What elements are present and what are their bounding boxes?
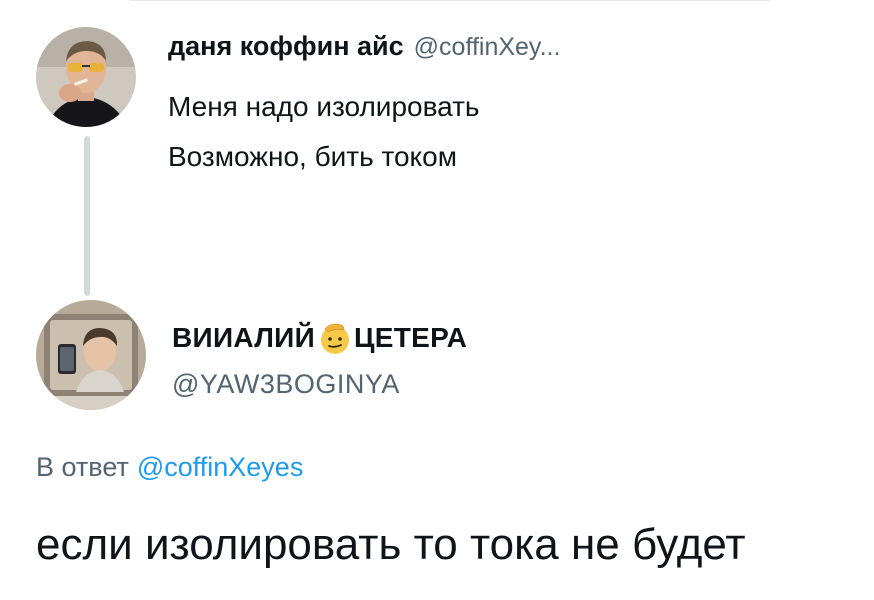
avatar-man-sunglasses-icon <box>36 27 136 127</box>
parent-tweet-header: даня коффин айс @coffinXey... <box>168 28 560 65</box>
reply-display-name-part1: ВИИАЛИЙ <box>172 322 316 353</box>
avatar-parent-user[interactable] <box>36 27 136 127</box>
parent-tweet-line-1: Меня надо изолировать <box>168 91 480 122</box>
avatar-reply-user[interactable] <box>36 300 146 410</box>
reply-handle[interactable]: @YAW3BOGINYA <box>172 366 400 402</box>
thread-line <box>84 136 90 296</box>
reply-to-prefix: В ответ <box>36 452 129 482</box>
parent-display-name[interactable]: даня коффин айс <box>168 31 404 61</box>
top-divider <box>130 0 770 1</box>
salute-face-emoji-icon <box>317 320 353 356</box>
reply-tweet-text: если изолировать то тока не будет <box>36 520 746 569</box>
reply-display-name[interactable]: ВИИАЛИЙ ЦЕТЕРА <box>172 318 467 358</box>
parent-tweet-text: Меня надо изолировать Возможно, бить ток… <box>168 82 480 182</box>
reply-display-name-part2: ЦЕТЕРА <box>354 322 468 353</box>
parent-handle[interactable]: @coffinXey... <box>414 33 561 61</box>
parent-tweet-line-2: Возможно, бить током <box>168 141 457 172</box>
reply-to-mention-link[interactable]: @coffinXeyes <box>137 452 304 482</box>
avatar-mirror-selfie-icon <box>36 300 146 410</box>
reply-to-line: В ответ @coffinXeyes <box>36 448 303 486</box>
